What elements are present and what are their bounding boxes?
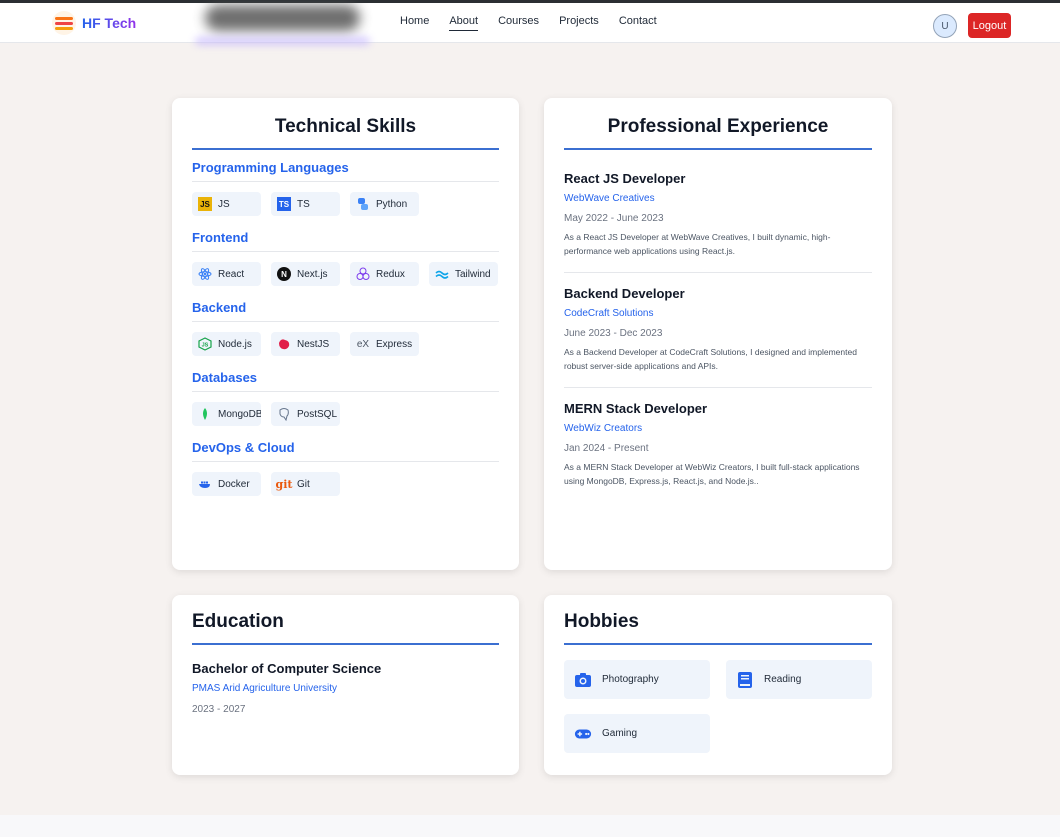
nextjs-icon: N (277, 267, 291, 281)
skill-chip: Python (350, 192, 419, 216)
job-company: WebWave Creatives (564, 193, 655, 204)
education-degree: Bachelor of Computer Science (192, 661, 382, 676)
skill-chip: JS JS (192, 192, 261, 216)
docker-icon (198, 477, 212, 491)
skill-chip: git Git (271, 472, 340, 496)
job-title: MERN Stack Developer (564, 401, 708, 416)
job-entry: MERN Stack Developer WebWiz Creators Jan… (564, 388, 872, 502)
skill-chip: Docker (192, 472, 261, 496)
python-icon (356, 197, 370, 211)
job-description: As a MERN Stack Developer at WebWiz Crea… (564, 462, 860, 486)
skill-chip: Redux (350, 262, 419, 286)
education-card: Education Bachelor of Computer Science P… (172, 595, 519, 775)
nav-contact[interactable]: Contact (619, 15, 657, 31)
skills-title: Technical Skills (192, 116, 499, 150)
hobby-photography: Photography (564, 660, 710, 699)
skill-chip: MongoDB (192, 402, 261, 426)
nodejs-icon: JS (198, 337, 212, 351)
job-company: CodeCraft Solutions (564, 308, 654, 319)
blurred-backdrop-glow (195, 37, 370, 45)
redux-icon (356, 267, 370, 281)
job-dates: June 2023 - Dec 2023 (564, 328, 663, 339)
hobby-reading: Reading (726, 660, 872, 699)
logout-button[interactable]: Logout (968, 13, 1011, 38)
category-devops-cloud: DevOps & Cloud (192, 440, 499, 462)
react-icon (198, 267, 212, 281)
mongodb-icon (198, 407, 212, 421)
experience-title: Professional Experience (564, 116, 872, 150)
technical-skills-card: Technical Skills Programming Languages J… (172, 98, 519, 570)
skill-chip: PostSQL (271, 402, 340, 426)
nav-courses[interactable]: Courses (498, 15, 539, 31)
skill-chip: JS Node.js (192, 332, 261, 356)
job-dates: May 2022 - June 2023 (564, 213, 664, 224)
category-backend: Backend (192, 300, 499, 322)
book-icon (736, 671, 754, 689)
job-title: Backend Developer (564, 286, 685, 301)
nestjs-icon (277, 337, 291, 351)
job-entry: Backend Developer CodeCraft Solutions Ju… (564, 273, 872, 388)
category-frontend: Frontend (192, 230, 499, 252)
skill-chip: React (192, 262, 261, 286)
experience-card: Professional Experience React JS Develop… (544, 98, 892, 570)
tailwind-icon (435, 267, 449, 281)
footer-strip (0, 815, 1060, 837)
logo-icon (52, 11, 76, 35)
hobbies-title: Hobbies (564, 611, 872, 645)
education-school: PMAS Arid Agriculture University (192, 683, 338, 694)
skill-chip: TS TS (271, 192, 340, 216)
job-description: As a React JS Developer at WebWave Creat… (564, 232, 831, 256)
hobbies-card: Hobbies Photography Reading Gaming (544, 595, 892, 775)
skill-chip: N Next.js (271, 262, 340, 286)
typescript-icon: TS (277, 197, 291, 211)
job-description: As a Backend Developer at CodeCraft Solu… (564, 347, 857, 371)
user-avatar[interactable]: U (933, 14, 957, 38)
skill-chip: Tailwind (429, 262, 498, 286)
education-title: Education (192, 611, 499, 645)
main-nav: Home About Courses Projects Contact (400, 15, 657, 31)
top-navbar: HF Tech Home About Courses Projects Cont… (0, 0, 1060, 45)
job-dates: Jan 2024 - Present (564, 443, 649, 454)
nav-projects[interactable]: Projects (559, 15, 599, 31)
blurred-backdrop (205, 5, 360, 31)
job-company: WebWiz Creators (564, 423, 643, 434)
postgresql-icon (277, 407, 291, 421)
svg-text:JS: JS (202, 343, 209, 349)
category-programming-languages: Programming Languages (192, 160, 499, 182)
skill-chip: eX Express (350, 332, 419, 356)
brand-logo[interactable]: HF Tech (52, 11, 136, 35)
job-entry: React JS Developer WebWave Creatives May… (564, 158, 872, 273)
education-years: 2023 - 2027 (192, 704, 246, 715)
brand-name: HF Tech (82, 15, 137, 31)
express-icon: eX (356, 338, 370, 350)
git-icon: git (275, 477, 293, 491)
skill-chip: NestJS (271, 332, 340, 356)
nav-home[interactable]: Home (400, 15, 429, 31)
job-title: React JS Developer (564, 171, 686, 186)
gamepad-icon (574, 725, 592, 743)
hobby-gaming: Gaming (564, 714, 710, 753)
nav-about[interactable]: About (449, 15, 479, 31)
camera-icon (574, 671, 592, 689)
javascript-icon: JS (198, 197, 212, 211)
category-databases: Databases (192, 370, 499, 392)
